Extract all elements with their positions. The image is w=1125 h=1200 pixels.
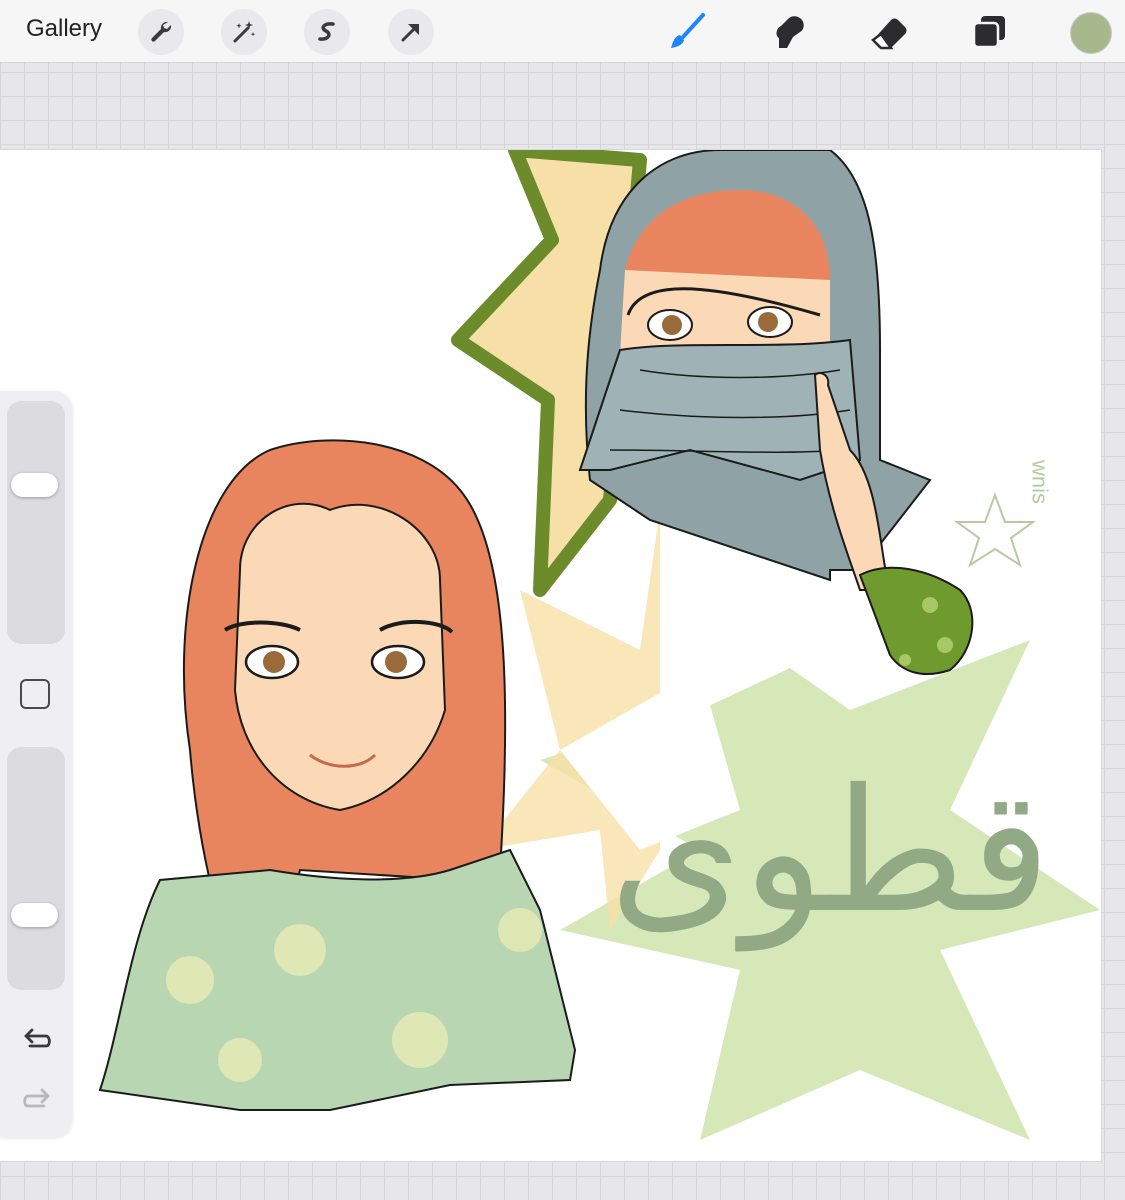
magic-wand-icon [233,21,256,43]
opacity-thumb[interactable] [11,902,58,927]
brush-size-slider[interactable] [7,401,65,644]
undo-button[interactable] [20,1025,54,1055]
smudge-tool-button[interactable] [768,11,810,53]
brush-size-thumb[interactable] [11,472,58,497]
arabic-lettering: قطوى [609,753,1051,952]
selection-icon [318,22,335,41]
modify-button[interactable] [20,679,50,709]
actions-button[interactable] [138,9,184,55]
girl-drawing [98,439,577,1111]
layers-icon [972,16,1005,49]
hijab-girl-drawing [578,150,974,675]
opacity-slider[interactable] [7,747,65,990]
brush-sidebar [0,391,72,1137]
smudge-icon [776,16,804,48]
adjustments-button[interactable] [221,9,267,55]
signature-text: wnis [1028,459,1053,504]
drawing-canvas[interactable]: wnis قطوى [0,150,1101,1161]
redo-button[interactable] [20,1085,54,1115]
wrench-icon [151,21,172,42]
paint-tool-button[interactable] [666,11,708,53]
transform-button[interactable] [388,9,434,55]
eraser-icon [871,18,907,50]
top-toolbar: Gallery [0,0,1125,63]
layers-tool-button[interactable] [968,11,1010,53]
color-swatch[interactable] [1070,12,1112,54]
signature-star [953,492,1037,568]
gallery-button[interactable]: Gallery [26,15,102,43]
redo-icon [23,1088,50,1108]
eraser-tool-button[interactable] [868,11,910,53]
brush-icon [671,13,705,48]
undo-icon [24,1028,51,1048]
artwork: wnis قطوى [98,150,1100,1140]
arrow-icon [401,24,419,42]
selection-button[interactable] [304,9,350,55]
